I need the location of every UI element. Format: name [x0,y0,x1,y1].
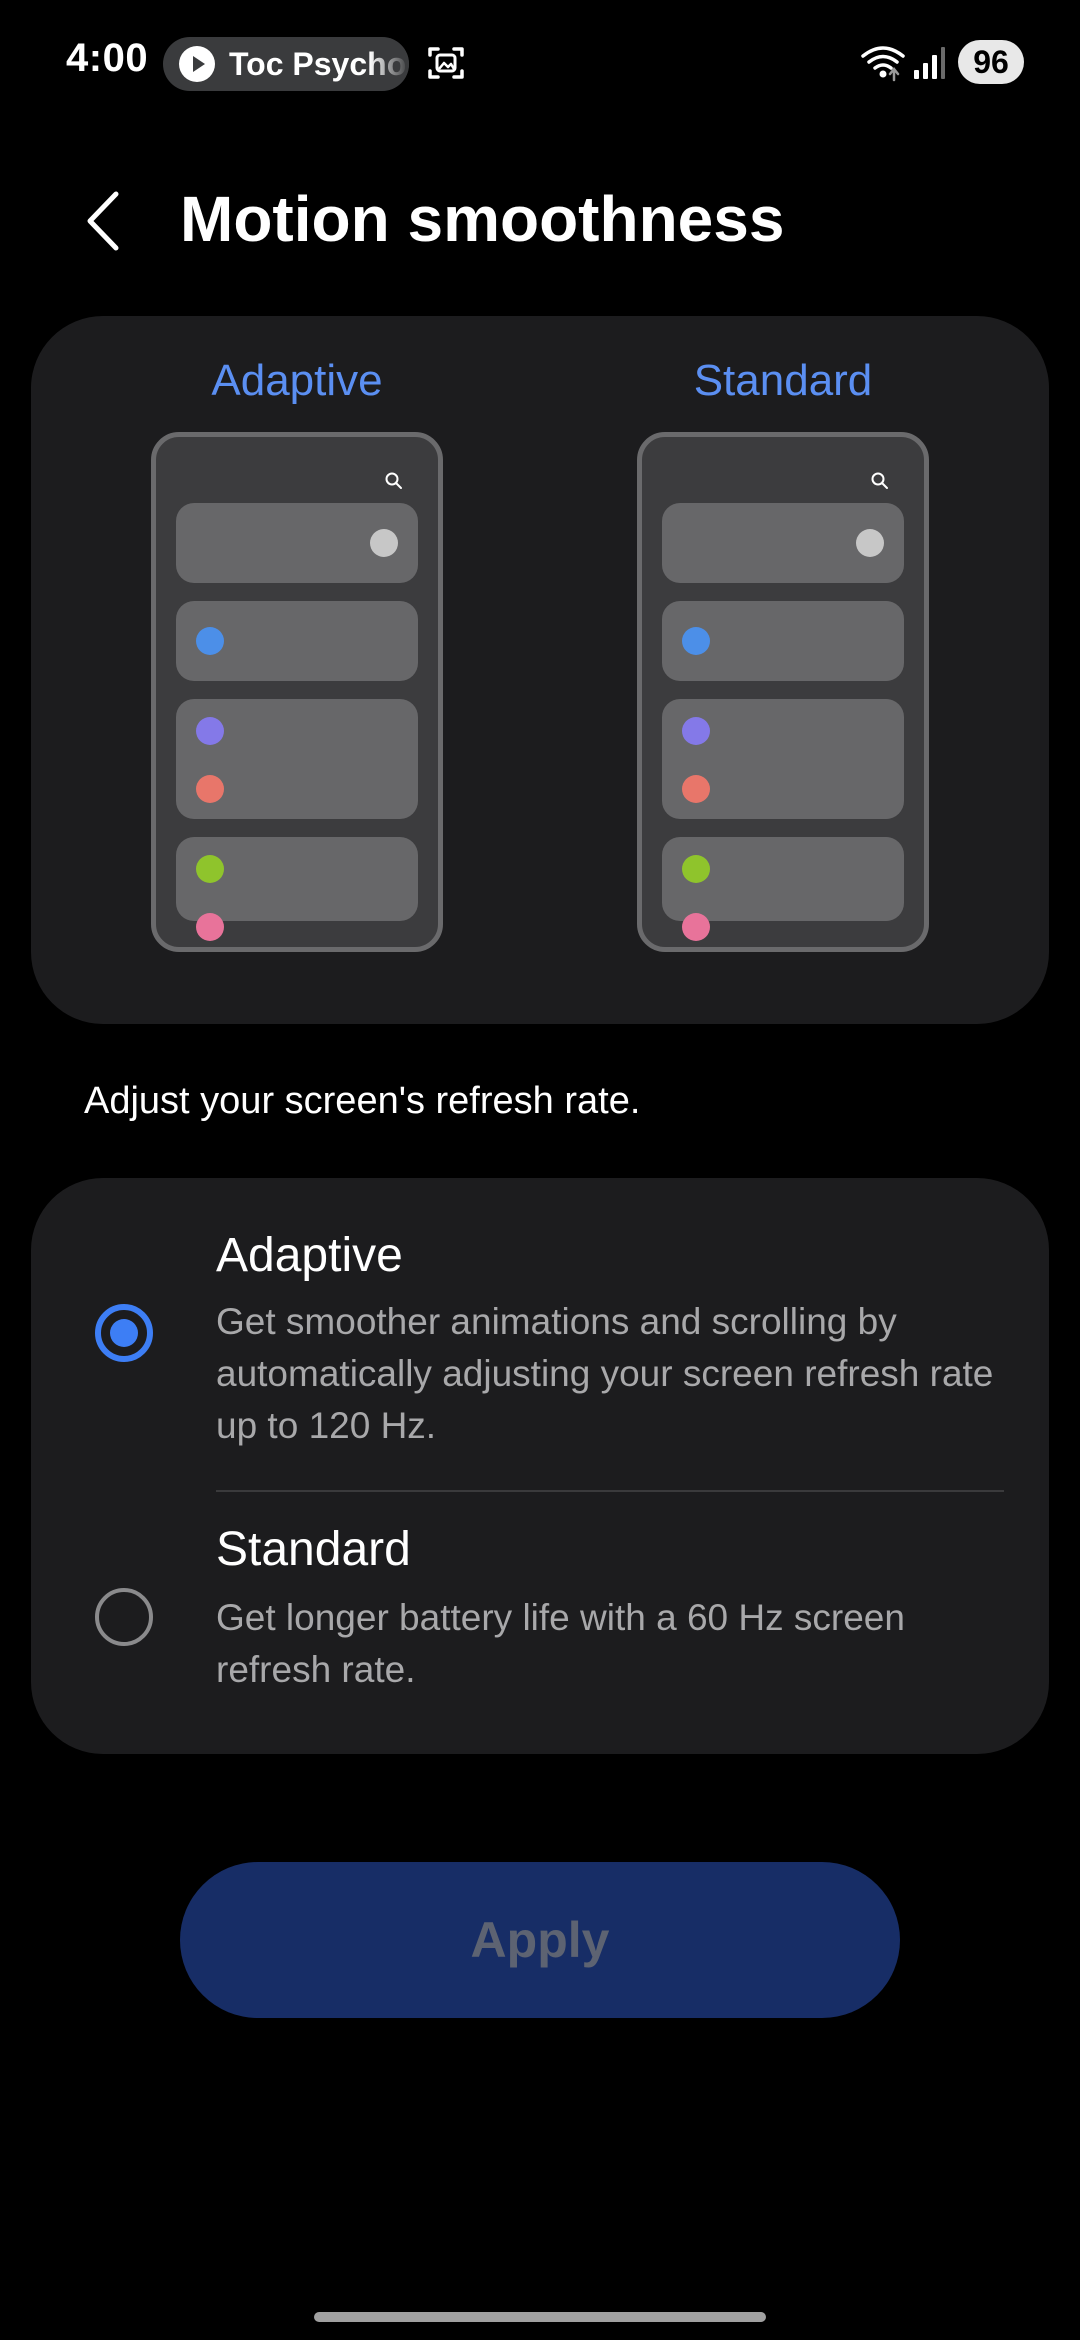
mock-list-item [662,837,904,941]
apply-button[interactable]: Apply [180,1862,900,2018]
option-description: Get longer battery life with a 60 Hz scr… [216,1597,905,1690]
screenshot-icon [428,47,464,79]
mock-phone-illustration [151,432,443,952]
preview-label-standard: Standard [693,356,873,405]
mock-toggle-dot [856,529,884,557]
mock-dot-pink [196,913,224,941]
status-bar: 4:00 Toc Psycho 96 [0,0,1080,126]
mock-list-item [176,601,418,681]
mock-list-item [176,503,418,583]
media-chip-fade [369,37,409,91]
mock-list-item [662,699,904,819]
mock-list-item [662,601,904,681]
mock-dot-green [196,855,224,883]
media-chip[interactable]: Toc Psycho [163,37,409,91]
play-icon [179,46,215,82]
option-title: Adaptive [216,1229,403,1282]
radio-adaptive[interactable] [95,1304,153,1362]
mock-list-item [176,837,418,941]
search-icon [871,472,888,489]
page-title: Motion smoothness [180,183,785,255]
option-title: Standard [216,1523,411,1576]
back-button[interactable] [76,186,132,256]
preview-label-adaptive: Adaptive [211,356,383,405]
mock-dot-green [682,855,710,883]
option-standard[interactable]: Standard Get longer battery life with a … [31,1492,1049,1754]
mock-toggle-dot [370,529,398,557]
chevron-left-icon [87,191,119,251]
option-description: Get smoother animations and scrolling by… [216,1301,994,1446]
mock-dot-blue [196,627,224,655]
mock-dot-red [196,775,224,803]
mock-dot-red [682,775,710,803]
mock-list-item [662,503,904,583]
mock-dot-purple [196,717,224,745]
mock-dot-pink [682,913,710,941]
radio-standard[interactable] [95,1588,153,1646]
status-time: 4:00 [66,36,149,80]
signal-icon [914,47,945,79]
search-icon [385,472,402,489]
wifi-icon [861,46,905,82]
battery-level: 96 [958,40,1024,84]
option-adaptive[interactable]: Adaptive Get smoother animations and scr… [31,1178,1049,1490]
preview-card: Adaptive Standard [31,316,1049,1024]
mock-phone-illustration [637,432,929,952]
refresh-rate-options: Adaptive Get smoother animations and scr… [31,1178,1049,1754]
mock-dot-purple [682,717,710,745]
description-text: Adjust your screen's refresh rate. [84,1080,641,1122]
mock-dot-blue [682,627,710,655]
home-indicator[interactable] [314,2312,766,2322]
mock-list-item [176,699,418,819]
